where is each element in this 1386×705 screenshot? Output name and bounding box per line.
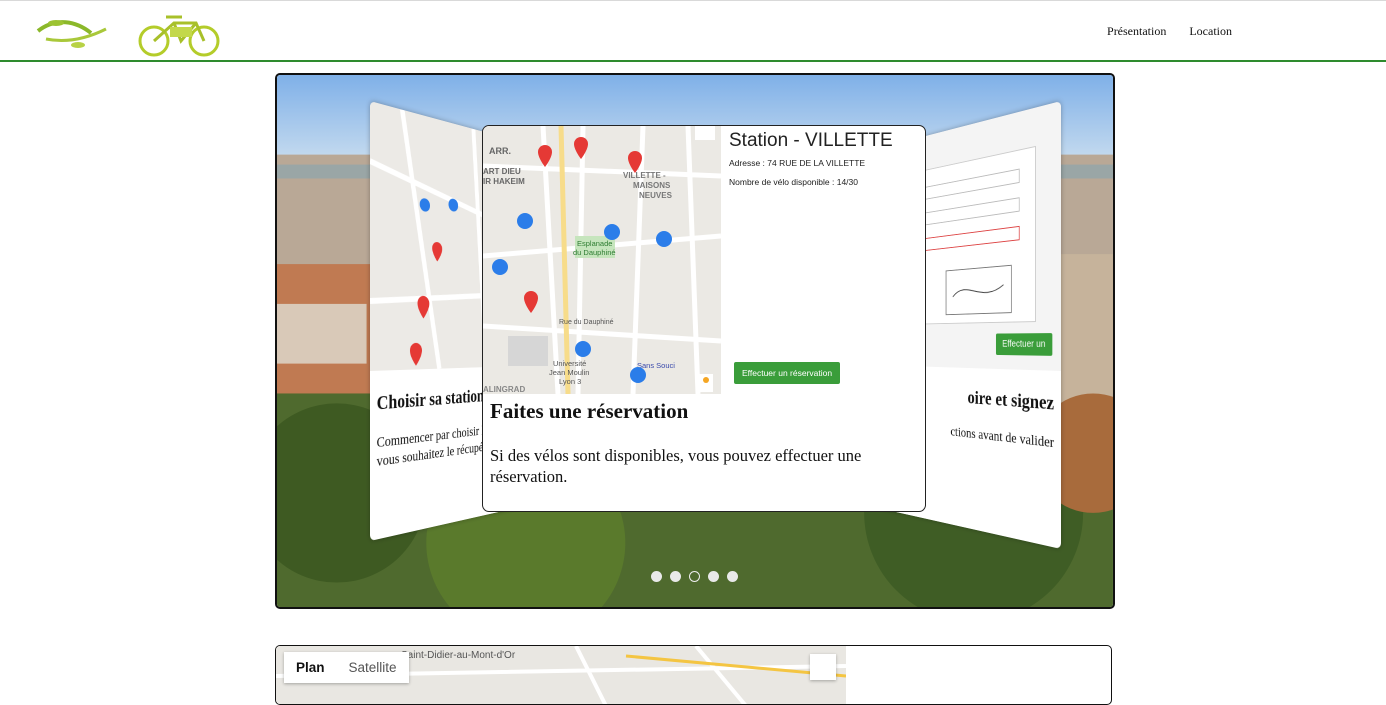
slide-left-title: Choisir sa station (376, 386, 485, 415)
nav-presentation[interactable]: Présentation (1107, 24, 1166, 39)
station-map[interactable]: ARR. ART DIEU IR HAKEIM VILLETTE - MAISO… (483, 126, 721, 394)
slider-dot-3-active[interactable] (689, 571, 700, 582)
reserve-button[interactable]: Effectuer un réservation (734, 362, 841, 384)
slide-make-reservation: ARR. ART DIEU IR HAKEIM VILLETTE - MAISO… (482, 125, 926, 512)
map-label-maisons: MAISONS (633, 181, 671, 190)
cluster-icon[interactable] (630, 367, 646, 383)
tutorial-slider: Choisir sa station Commencer par choisir… (275, 73, 1115, 609)
slides-stage: Choisir sa station Commencer par choisir… (277, 75, 1113, 607)
station-address: Adresse : 74 RUE DE LA VILLETTE (729, 158, 866, 168)
map-label-dauphine: du Dauphiné (573, 248, 616, 257)
map-type-satellite[interactable]: Satellite (337, 652, 409, 683)
map-label-universite: Université (553, 359, 586, 368)
slider-dot-4[interactable] (708, 571, 719, 582)
slider-dot-1[interactable] (651, 571, 662, 582)
map-label-esplanade: Esplanade (577, 239, 612, 248)
map-label-arr: ARR. (489, 146, 511, 156)
slide-right-button[interactable]: Effectuer un (996, 333, 1053, 356)
main-nav: Présentation Location (1107, 24, 1232, 39)
slide-front-title: Faites une réservation (490, 399, 689, 423)
cluster-icon[interactable] (517, 213, 533, 229)
map-type-control: Plan Satellite (284, 652, 409, 683)
map-label-stalingrad: ALINGRAD (483, 385, 525, 394)
cluster-icon[interactable] (656, 231, 672, 247)
map-place-label: Saint-Didier-au-Mont-d'Or (401, 650, 516, 661)
map-label-villette: VILLETTE - (623, 171, 666, 180)
map-label-hakeim: IR HAKEIM (483, 177, 525, 186)
map-label-lyon3: Lyon 3 (559, 377, 581, 386)
nav-location[interactable]: Location (1189, 24, 1232, 39)
station-bikes: Nombre de vélo disponible : 14/30 (729, 177, 858, 187)
slider-dot-2[interactable] (670, 571, 681, 582)
map-label-neuves: NEUVES (639, 191, 673, 200)
slider-pagination (651, 571, 738, 582)
cluster-icon[interactable] (492, 259, 508, 275)
main-stations-map: Saint-Didier-au-Mont-d'Or Plan Satellite (275, 645, 1112, 705)
top-navbar: Présentation Location (0, 0, 1386, 62)
cluster-icon[interactable] (604, 224, 620, 240)
slider-dot-5[interactable] (727, 571, 738, 582)
station-title: Station - VILLETTE (729, 130, 893, 151)
fullscreen-icon[interactable] (695, 126, 715, 140)
station-info: Station - VILLETTE Adresse : 74 RUE DE L… (729, 130, 919, 196)
map-type-plan[interactable]: Plan (284, 652, 337, 683)
map-label-rue-dauphine: Rue du Dauphiné (559, 319, 614, 326)
fullscreen-icon[interactable] (810, 654, 836, 680)
slide-right-title: oire et signez (967, 387, 1055, 415)
map-label-jean-moulin: Jean Moulin (549, 368, 589, 377)
map-label-part-dieu: ART DIEU (483, 167, 521, 176)
bicycle-logo-icon[interactable] (36, 9, 226, 57)
cluster-icon[interactable] (575, 341, 591, 357)
slide-front-text: Si des vélos sont disponibles, vous pouv… (490, 446, 862, 486)
